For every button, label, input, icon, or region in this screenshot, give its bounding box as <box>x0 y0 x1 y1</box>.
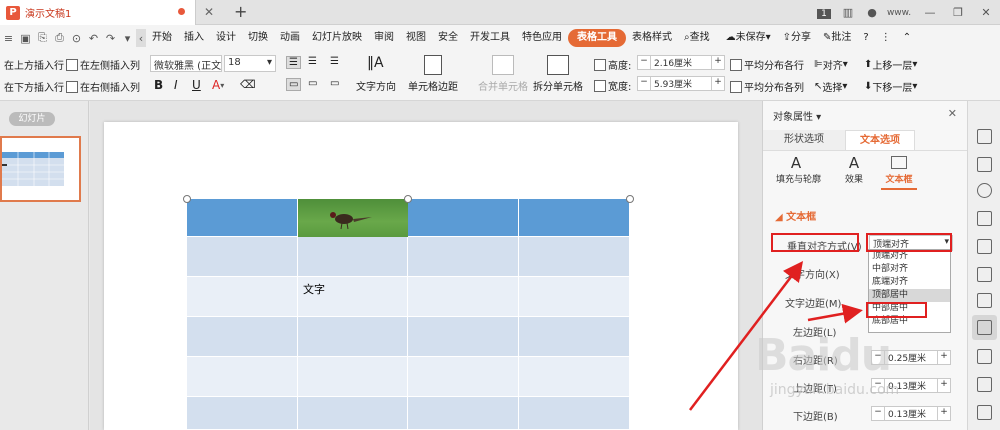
annotation-arrow-short <box>807 303 863 324</box>
annotation-arrows <box>689 261 863 411</box>
annotation-arrow-long <box>689 261 804 411</box>
